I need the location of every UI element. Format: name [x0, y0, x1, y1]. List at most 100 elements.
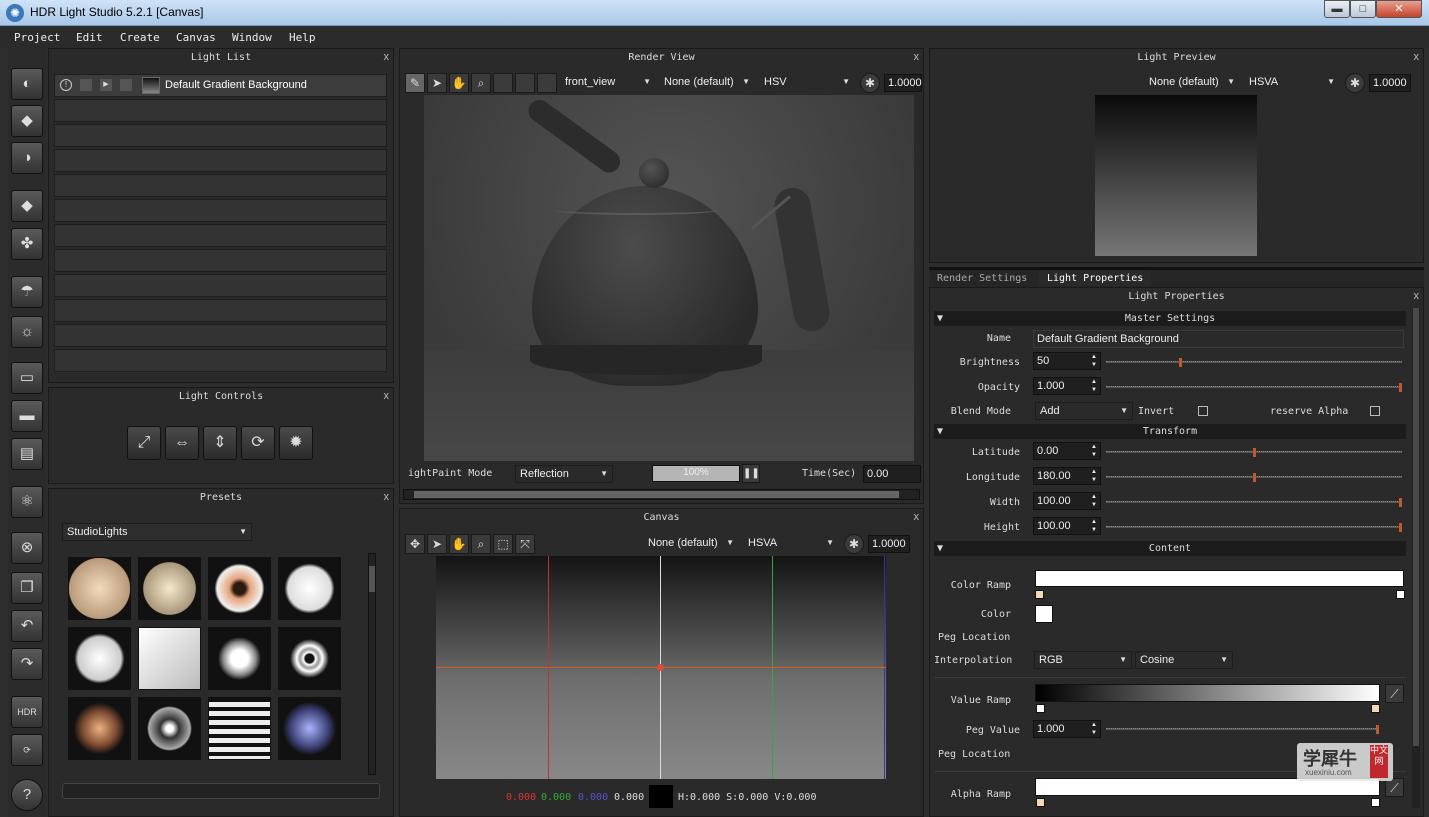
- minimize-button[interactable]: ▬: [1324, 0, 1350, 18]
- ramp-peg-start[interactable]: [1035, 590, 1044, 599]
- menu-canvas[interactable]: Canvas: [176, 31, 216, 44]
- slider-knob[interactable]: [1399, 498, 1402, 507]
- blend-mode-select[interactable]: Add ▼: [1035, 402, 1133, 420]
- hdr-icon[interactable]: HDR: [11, 696, 43, 728]
- pan-hand-icon[interactable]: ✋: [449, 534, 469, 554]
- spinner-icon[interactable]: ▲ ▼: [1091, 518, 1097, 534]
- section-master-settings[interactable]: ▼ Master Settings: [934, 311, 1406, 326]
- canvas-exposure-field[interactable]: 1.0000: [868, 535, 910, 553]
- spinner-icon[interactable]: ▲ ▼: [1091, 493, 1097, 509]
- brightness-slider[interactable]: [1106, 358, 1402, 367]
- scroll-thumb[interactable]: [369, 566, 375, 592]
- height-field[interactable]: 100.00 ▲ ▼: [1033, 517, 1101, 535]
- delete-icon[interactable]: ⊗: [11, 532, 43, 564]
- collapse-triangle-icon[interactable]: ▼: [937, 311, 943, 326]
- lock-icon[interactable]: [120, 79, 132, 91]
- preset-halo[interactable]: [138, 697, 201, 760]
- slider-knob[interactable]: [1253, 448, 1256, 457]
- preset-spot-glow[interactable]: [208, 627, 271, 690]
- undo-icon[interactable]: ↶: [11, 610, 43, 642]
- horizon-bg-icon[interactable]: ▤: [11, 438, 43, 470]
- light-position-handle[interactable]: [657, 664, 664, 671]
- ramp-peg-end[interactable]: [1371, 704, 1380, 713]
- preset-octabox[interactable]: [278, 557, 341, 620]
- width-field[interactable]: 100.00 ▲ ▼: [1033, 492, 1101, 510]
- pan-hand-icon[interactable]: ✋: [449, 73, 469, 93]
- play-icon[interactable]: ▶: [100, 79, 112, 91]
- spinner-icon[interactable]: ▲ ▼: [1091, 443, 1097, 459]
- lut-select[interactable]: None (default) ▼: [659, 73, 755, 91]
- brightness-field[interactable]: 50 ▲ ▼: [1033, 352, 1101, 370]
- brightness-icon[interactable]: ✹: [279, 426, 313, 460]
- canvas-lut-select[interactable]: None (default) ▼: [643, 534, 739, 552]
- preset-warm-glow[interactable]: [68, 697, 131, 760]
- umbrella-light-icon[interactable]: ☂: [11, 276, 43, 308]
- slider-knob[interactable]: [1399, 523, 1402, 532]
- preset-square-box[interactable]: [138, 627, 201, 690]
- ramp-peg-end[interactable]: [1396, 590, 1405, 599]
- peg-value-field[interactable]: 1.000 ▲ ▼: [1033, 720, 1101, 738]
- latitude-slider[interactable]: [1106, 448, 1402, 457]
- color-mode-select[interactable]: HSV ▼: [759, 73, 855, 91]
- exposure-icon[interactable]: ✱: [844, 534, 864, 554]
- gradient-bg-icon[interactable]: ▭: [11, 362, 43, 394]
- select-arrow-icon[interactable]: ➤: [427, 73, 447, 93]
- fit-view-icon[interactable]: ⤧: [515, 534, 535, 554]
- slider-knob[interactable]: [1179, 358, 1182, 367]
- section-content[interactable]: ▼ Content: [934, 541, 1406, 556]
- spot-light-icon[interactable]: ◑: [11, 142, 43, 174]
- duplicate-icon[interactable]: ❐: [11, 572, 43, 604]
- blank-tool-icon[interactable]: [515, 73, 535, 93]
- close-icon[interactable]: x: [914, 511, 920, 523]
- preset-search-bar[interactable]: [62, 783, 380, 799]
- section-transform[interactable]: ▼ Transform: [934, 424, 1406, 439]
- close-icon[interactable]: x: [384, 51, 390, 63]
- ramp-peg-start[interactable]: [1036, 704, 1045, 713]
- camera-select[interactable]: front_view ▼: [560, 73, 656, 91]
- preset-softbox-small[interactable]: [138, 557, 201, 620]
- menu-edit[interactable]: Edit: [76, 31, 103, 44]
- collapse-triangle-icon[interactable]: ▼: [937, 424, 943, 439]
- rect-light-icon[interactable]: ◆: [11, 105, 43, 137]
- stretch-horizontal-icon[interactable]: ⇔: [165, 426, 199, 460]
- sun-light-icon[interactable]: ☼: [11, 316, 43, 348]
- zoom-icon[interactable]: ⌕: [471, 534, 491, 554]
- slider-knob[interactable]: [1253, 473, 1256, 482]
- zoom-icon[interactable]: ⌕: [471, 73, 491, 93]
- preset-umbrella[interactable]: [68, 627, 131, 690]
- preset-strip-lights[interactable]: [208, 697, 271, 760]
- close-button[interactable]: ✕: [1376, 0, 1422, 18]
- exposure-icon[interactable]: ✱: [1345, 73, 1365, 93]
- curve-editor-icon[interactable]: ⟋: [1385, 684, 1404, 703]
- opacity-field[interactable]: 1.000 ▲ ▼: [1033, 377, 1101, 395]
- render-viewport[interactable]: [424, 95, 914, 461]
- invert-checkbox[interactable]: [1198, 406, 1208, 416]
- interpolation-space-select[interactable]: RGB ▼: [1034, 651, 1132, 669]
- opacity-slider[interactable]: [1106, 383, 1402, 392]
- solo-icon[interactable]: [80, 79, 92, 91]
- pattern-light-icon[interactable]: ✤: [11, 228, 43, 260]
- render-scrollbar[interactable]: [403, 489, 920, 500]
- atom-icon[interactable]: ⚛: [11, 486, 43, 518]
- scroll-thumb[interactable]: [414, 491, 899, 498]
- pause-icon[interactable]: ❚❚: [742, 464, 760, 483]
- preset-ring-light[interactable]: [208, 557, 271, 620]
- tab-light-properties[interactable]: Light Properties: [1039, 271, 1152, 286]
- latitude-field[interactable]: 0.00 ▲ ▼: [1033, 442, 1101, 460]
- value-ramp[interactable]: [1035, 684, 1380, 702]
- paint-brush-icon[interactable]: ✎: [405, 73, 425, 93]
- preset-blue-glow[interactable]: [278, 697, 341, 760]
- properties-scrollbar[interactable]: [1412, 308, 1420, 808]
- preview-lut-select[interactable]: None (default) ▼: [1144, 73, 1240, 91]
- slider-knob[interactable]: [1376, 725, 1379, 734]
- light-name-input[interactable]: Default Gradient Background: [1033, 330, 1404, 348]
- close-icon[interactable]: x: [384, 390, 390, 402]
- maximize-button[interactable]: □: [1350, 0, 1376, 18]
- height-slider[interactable]: [1106, 523, 1402, 532]
- preview-mode-select[interactable]: HSVA ▼: [1244, 73, 1340, 91]
- menu-help[interactable]: Help: [289, 31, 316, 44]
- close-icon[interactable]: x: [914, 51, 920, 63]
- color-swatch[interactable]: [1035, 605, 1053, 623]
- flat-light-icon[interactable]: ◆: [11, 190, 43, 222]
- select-arrow-icon[interactable]: ➤: [427, 534, 447, 554]
